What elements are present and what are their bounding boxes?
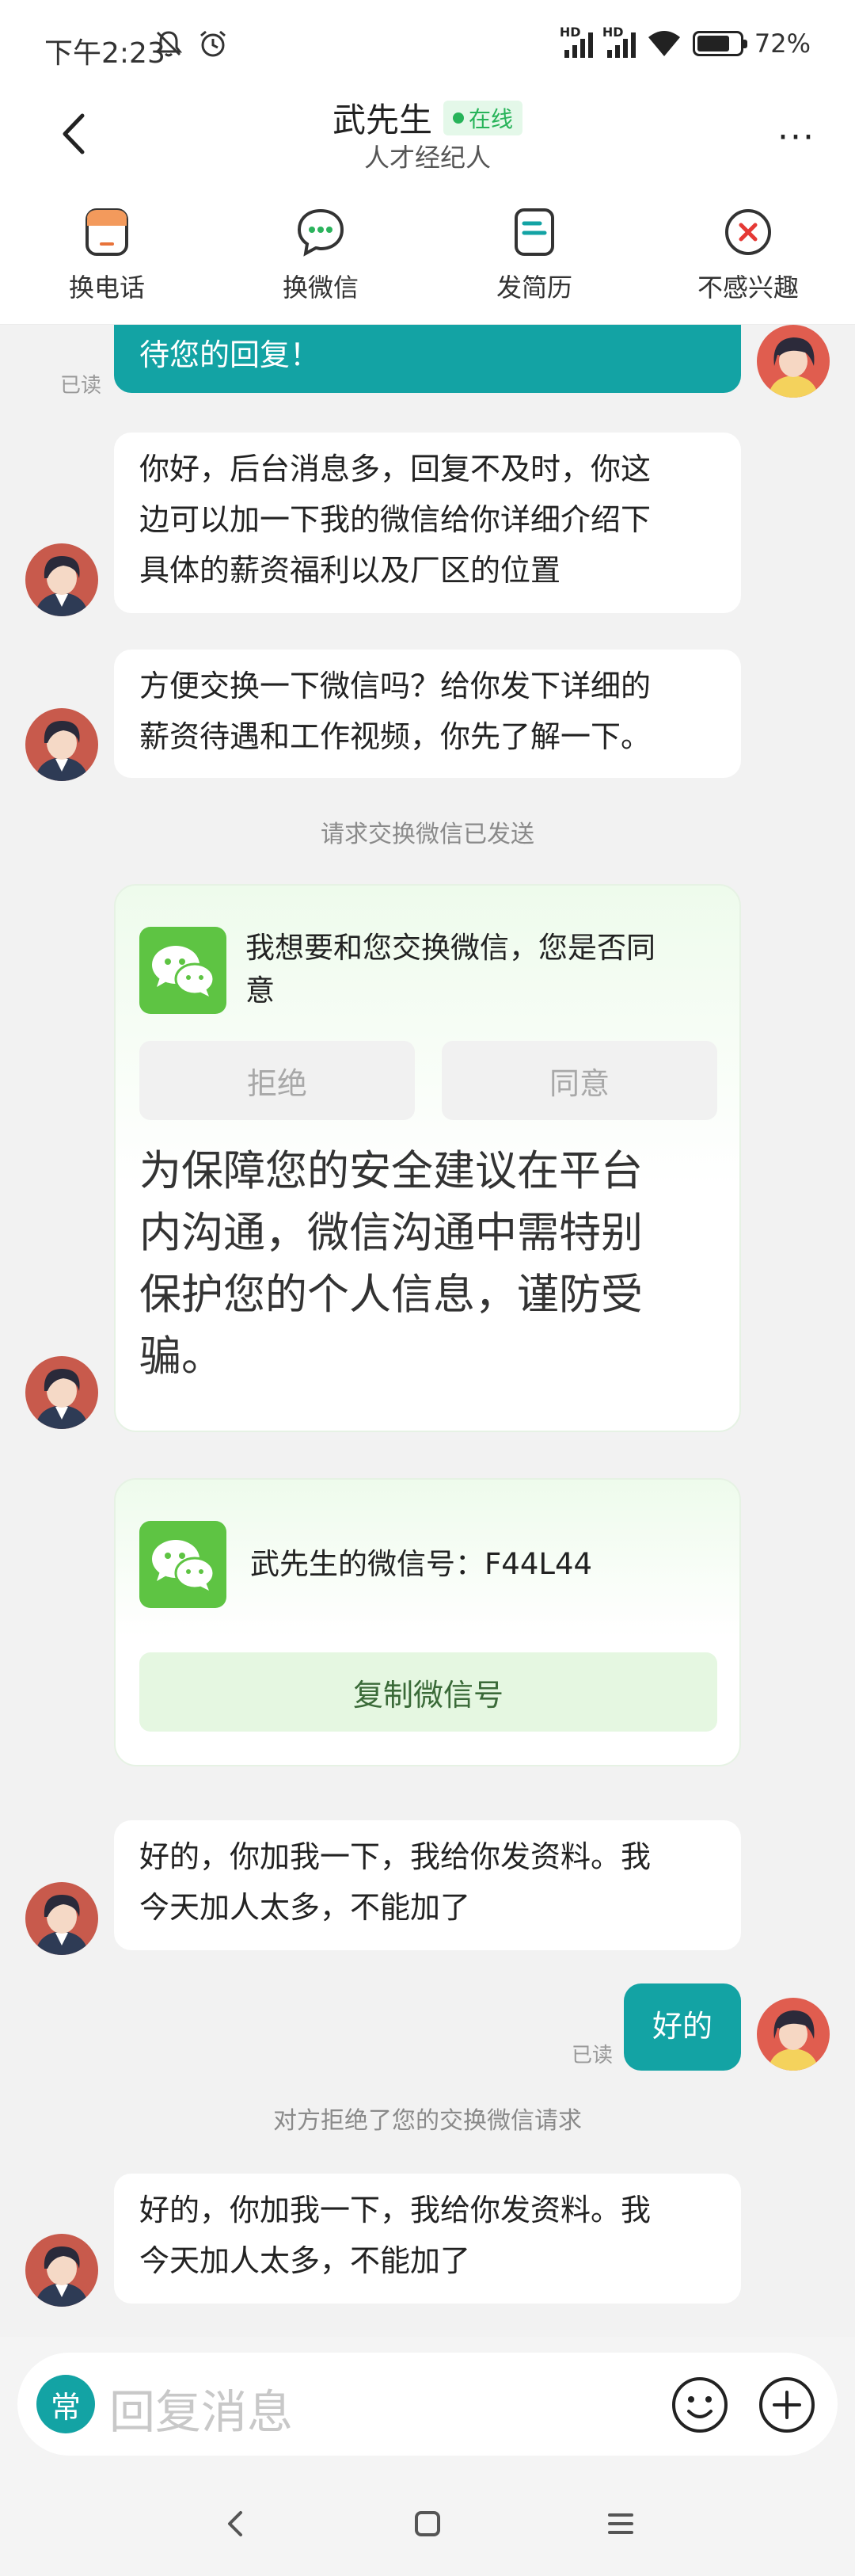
wechat-chat-icon	[297, 208, 344, 257]
contact-avatar[interactable]	[25, 1356, 98, 1429]
online-status-badge: 在线	[443, 100, 523, 135]
contact-avatar[interactable]	[25, 1882, 98, 1955]
male-avatar-icon	[25, 1882, 98, 1955]
send-resume-button[interactable]: 发简历	[428, 182, 641, 324]
emoji-icon[interactable]	[670, 2375, 730, 2435]
read-receipt: 已读	[572, 2044, 614, 2067]
exchange-phone-button[interactable]: 换电话	[0, 182, 214, 324]
more-options-icon[interactable]: ···	[777, 117, 815, 158]
nav-back-icon[interactable]	[218, 2506, 253, 2541]
wechat-id-card: 武先生的微信号：F44L44 复制微信号	[114, 1478, 741, 1766]
wechat-logo-icon	[139, 1521, 226, 1608]
mute-icon	[154, 31, 183, 57]
my-message-bubble[interactable]: 好的	[624, 1983, 741, 2071]
wechat-id-text: 武先生的微信号：F44L44	[250, 1547, 593, 1581]
reject-button[interactable]: 拒绝	[139, 1041, 415, 1120]
alarm-icon	[200, 30, 226, 57]
my-avatar[interactable]	[757, 325, 830, 398]
system-notice: 请求交换微信已发送	[321, 821, 534, 848]
safety-warning-text: 为保障您的安全建议在平台 内沟通，微信沟通中需特别 保护您的个人信息，谨防受 骗…	[139, 1147, 643, 1381]
contact-message-bubble[interactable]: 好的，你加我一下，我给你发资料。我 今天加人太多，不能加了	[114, 1820, 741, 1950]
message-input[interactable]: 常 回复消息	[17, 2353, 838, 2456]
chat-header: 武先生 在线 人才经纪人 ···	[0, 87, 855, 182]
my-avatar[interactable]	[757, 1998, 830, 2071]
female-avatar-icon	[757, 325, 830, 398]
system-navigation-bar	[0, 2471, 855, 2576]
contact-avatar[interactable]	[25, 708, 98, 781]
contact-role: 人才经纪人	[363, 143, 491, 173]
contact-message-bubble[interactable]: 好的，你加我一下，我给你发资料。我 今天加人太多，不能加了	[114, 2174, 741, 2304]
resume-icon	[515, 208, 554, 256]
nav-home-icon[interactable]	[410, 2506, 445, 2541]
male-avatar-icon	[25, 2234, 98, 2307]
plus-icon[interactable]	[757, 2375, 817, 2435]
battery-percent: 72%	[754, 29, 811, 59]
online-dot-icon	[453, 112, 464, 124]
signal-icon: HD	[602, 25, 636, 58]
copy-wechat-id-button[interactable]: 复制微信号	[139, 1652, 717, 1732]
message-input-bar: 常 回复消息	[0, 2337, 855, 2471]
quick-action-bar: 换电话 换微信 发简历 不感兴趣	[0, 182, 855, 325]
nav-menu-icon[interactable]	[603, 2506, 638, 2541]
read-receipt: 已读	[60, 374, 102, 398]
status-time: 下午2:23	[44, 37, 165, 70]
my-message-bubble[interactable]: 待您的回复！	[114, 325, 741, 393]
not-interested-icon	[725, 209, 771, 255]
battery-icon	[692, 31, 747, 56]
not-interested-button[interactable]: 不感兴趣	[641, 182, 855, 324]
contact-avatar[interactable]	[25, 2234, 98, 2307]
phone-card-icon	[86, 208, 128, 256]
wechat-exchange-request-card: 我想要和您交换微信，您是否同 意 拒绝 同意 为保障您的安全建议在平台 内沟通，…	[114, 884, 741, 1432]
contact-message-bubble[interactable]: 方便交换一下微信吗？给你发下详细的 薪资待遇和工作视频，你先了解一下。	[114, 650, 741, 778]
contact-name: 武先生	[332, 101, 432, 139]
exchange-request-text: 我想要和您交换微信，您是否同 意	[245, 931, 656, 1008]
agree-button[interactable]: 同意	[442, 1041, 717, 1120]
male-avatar-icon	[25, 1356, 98, 1429]
status-bar: 下午2:23 HD HD 72%	[0, 0, 855, 87]
male-avatar-icon	[25, 708, 98, 781]
wifi-icon	[648, 31, 680, 56]
wechat-logo-icon	[139, 927, 226, 1014]
contact-avatar[interactable]	[25, 543, 98, 616]
chat-message-list[interactable]: 待您的回复！ 已读 你好，后台消息多，回复不及时，你这 边可以加一下我的微信给你…	[0, 325, 855, 2337]
female-avatar-icon	[757, 1998, 830, 2071]
input-placeholder: 回复消息	[109, 2385, 294, 2439]
contact-message-bubble[interactable]: 你好，后台消息多，回复不及时，你这 边可以加一下我的微信给你详细介绍下 具体的薪…	[114, 433, 741, 613]
common-phrases-button[interactable]: 常	[36, 2375, 95, 2433]
exchange-wechat-button[interactable]: 换微信	[214, 182, 428, 324]
system-notice: 对方拒绝了您的交换微信请求	[273, 2107, 582, 2135]
signal-icon: HD	[560, 25, 593, 58]
male-avatar-icon	[25, 543, 98, 616]
